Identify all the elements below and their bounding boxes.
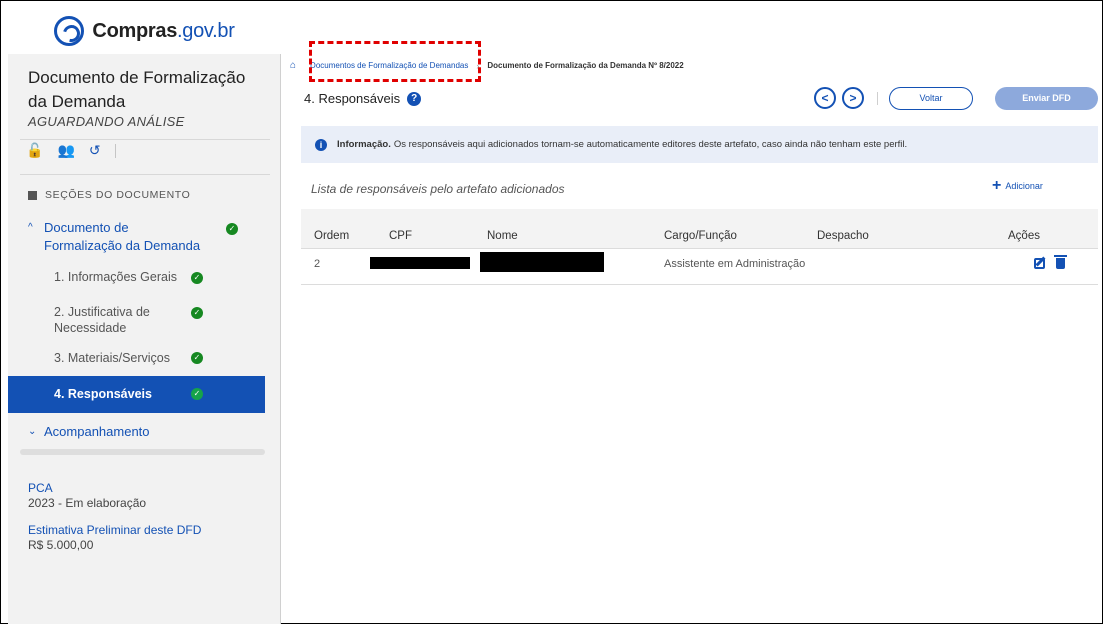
nav-group-dfd-label: Documento de Formalização da Demanda: [44, 220, 201, 253]
toolbar-separator: [114, 143, 116, 158]
logo-brand-main: Compras: [92, 19, 178, 42]
sidebar-item-label: 2. Justificativa de Necessidade: [54, 305, 150, 335]
pca-label: PCA: [28, 481, 53, 495]
responsaveis-table: Ordem CPF Nome Cargo/Função Despacho Açõ…: [301, 209, 1098, 285]
estimate-value: R$ 5.000,00: [28, 538, 94, 552]
table-row: 2 Assistente em Administração: [301, 249, 1098, 285]
add-button-label: Adicionar: [1005, 181, 1043, 191]
pca-value: 2023 - Em elaboração: [28, 496, 147, 510]
sections-heading: SEÇÕES DO DOCUMENTO: [28, 189, 190, 201]
sidebar-item-justificativa[interactable]: 2. Justificativa de Necessidade ✓: [8, 304, 265, 340]
info-title: Informação.: [337, 139, 391, 150]
add-button[interactable]: + Adicionar: [992, 177, 1043, 194]
sidebar-item-label: 4. Responsáveis: [54, 387, 152, 401]
column-header-nome: Nome: [487, 230, 518, 242]
cell-ordem: 2: [314, 258, 321, 270]
check-icon: ✓: [191, 307, 203, 319]
history-icon[interactable]: ↺: [89, 142, 101, 159]
logo[interactable]: Compras.gov.br: [8, 8, 281, 54]
send-dfd-button[interactable]: Enviar DFD: [995, 87, 1098, 110]
info-icon: i: [315, 138, 327, 151]
divider: [20, 174, 270, 175]
column-header-despacho: Despacho: [817, 230, 869, 242]
table-header: Ordem CPF Nome Cargo/Função Despacho Açõ…: [301, 209, 1098, 249]
column-header-cpf: CPF: [389, 230, 412, 242]
sidebar: Compras.gov.br Documento de Formalização…: [8, 8, 281, 624]
column-header-acoes: Ações: [1008, 230, 1040, 242]
help-icon[interactable]: ?: [407, 91, 422, 106]
sidebar-item-label: 1. Informações Gerais: [54, 270, 177, 284]
chevron-left-icon: <: [821, 91, 829, 105]
back-button[interactable]: Voltar: [889, 87, 973, 110]
check-icon: ✓: [191, 272, 203, 284]
sidebar-item-label: 3. Materiais/Serviços: [54, 351, 171, 365]
lock-icon[interactable]: 🔓: [26, 142, 43, 159]
sidebar-item-responsaveis[interactable]: 4. Responsáveis ✓: [8, 376, 265, 413]
chevron-right-icon: >: [849, 91, 857, 105]
page-title-label: 4. Responsáveis: [304, 91, 401, 106]
next-button[interactable]: >: [842, 87, 864, 109]
page-title: 4. Responsáveis ?: [304, 91, 422, 106]
check-icon: ✓: [226, 223, 238, 235]
edit-icon[interactable]: [1034, 258, 1045, 269]
document-title: Documento de Formalização da Demanda: [28, 68, 246, 111]
trash-icon[interactable]: [1054, 255, 1067, 269]
previous-button[interactable]: <: [814, 87, 836, 109]
sections-heading-label: SEÇÕES DO DOCUMENTO: [45, 189, 191, 201]
sidebar-item-informacoes-gerais[interactable]: 1. Informações Gerais ✓: [8, 266, 265, 290]
sidebar-item-materiais-servicos[interactable]: 3. Materiais/Serviços ✓: [8, 347, 265, 371]
divider: [20, 139, 270, 140]
breadcrumb-current: Documento de Formalização da Demanda Nº …: [487, 61, 684, 70]
column-header-cargo: Cargo/Função: [664, 230, 737, 242]
chevron-up-icon: ^: [28, 222, 33, 233]
home-icon[interactable]: ⌂: [290, 60, 296, 71]
list-icon: [28, 190, 37, 200]
check-icon: ✓: [191, 388, 203, 400]
estimate-label: Estimativa Preliminar deste DFD: [28, 523, 202, 537]
sidebar-scrollbar[interactable]: [20, 449, 265, 455]
users-icon[interactable]: 👥: [57, 142, 74, 159]
info-text: Os responsáveis aqui adicionados tornam-…: [393, 139, 908, 150]
nav-group-acompanhamento-label: Acompanhamento: [44, 424, 150, 439]
nav-group-acompanhamento[interactable]: ⌄ Acompanhamento: [8, 423, 265, 443]
compras-logo-icon: [54, 16, 85, 46]
chevron-down-icon: ⌄: [28, 426, 37, 437]
highlight-annotation: [309, 41, 481, 82]
document-toolbar: 🔓 👥 ↺: [26, 142, 116, 159]
nav-group-dfd[interactable]: ^ Documento de Formalização da Demanda ✓: [8, 219, 265, 255]
redacted-cpf: [370, 257, 470, 269]
info-alert: i Informação. Os responsáveis aqui adici…: [301, 126, 1098, 163]
logo-brand-suffix: .gov.br: [177, 19, 235, 42]
redacted-nome: [480, 252, 604, 272]
plus-icon: +: [992, 177, 1002, 194]
document-status: AGUARDANDO ANÁLISE: [28, 114, 185, 129]
list-title: Lista de responsáveis pelo artefato adic…: [311, 182, 565, 196]
cell-cargo: Assistente em Administração: [664, 258, 806, 270]
check-icon: ✓: [191, 352, 203, 364]
column-header-ordem: Ordem: [314, 230, 350, 242]
header-separator: [877, 92, 878, 105]
